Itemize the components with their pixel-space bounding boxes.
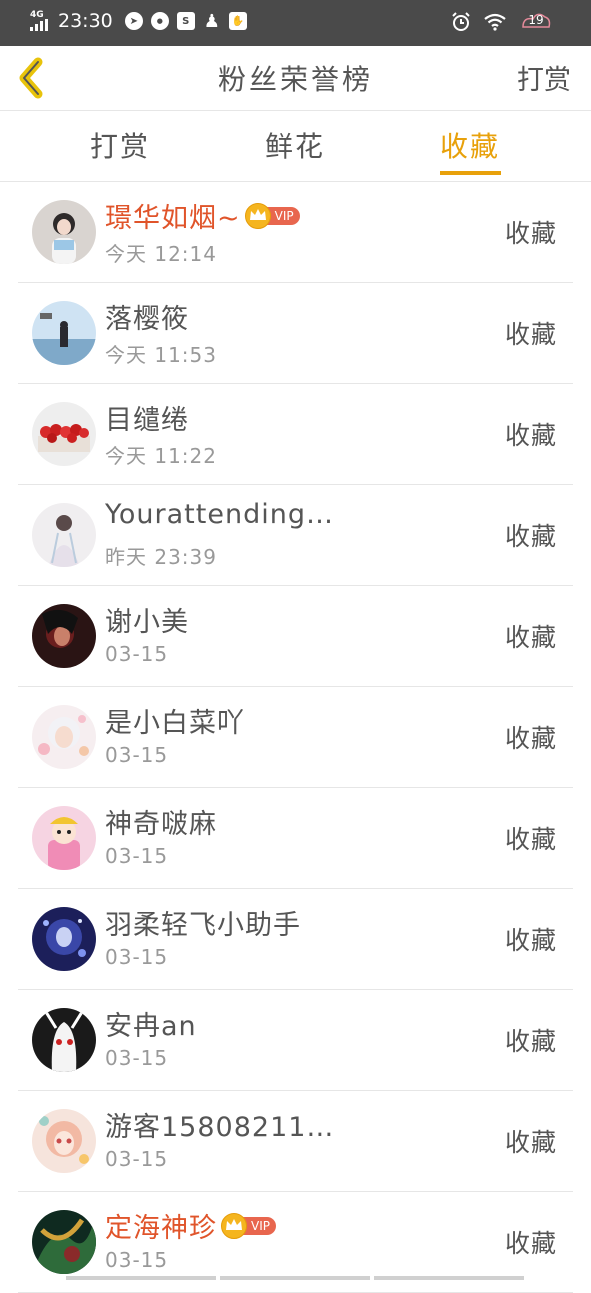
status-time: 23:30 xyxy=(58,10,113,32)
user-name: 落樱筱 xyxy=(105,304,189,335)
user-name: 璟华如烟~ VIP xyxy=(105,196,300,235)
timestamp: 03-15 xyxy=(105,1046,169,1070)
list-item[interactable]: Yourattending… 昨天 23:39 收藏 xyxy=(0,485,591,586)
status-bar-right: 19 xyxy=(451,9,553,35)
user-name-text: 定海神珍 xyxy=(105,1213,217,1244)
action-label: 收藏 xyxy=(504,724,557,753)
action-label: 收藏 xyxy=(504,219,557,248)
avatar xyxy=(32,503,96,567)
app-notification-icon: S xyxy=(176,12,195,30)
user-name: 神奇啵麻 xyxy=(105,809,217,840)
user-name: 羽柔轻飞小助手 xyxy=(105,910,301,941)
list-item[interactable]: 神奇啵麻 03-15 收藏 xyxy=(0,788,591,889)
timestamp: 今天 11:53 xyxy=(105,343,217,367)
action-label: 收藏 xyxy=(504,1229,557,1258)
tab-reward[interactable]: 打赏 xyxy=(90,125,150,165)
user-name: 谢小美 xyxy=(105,607,189,638)
timestamp: 03-15 xyxy=(105,1248,169,1272)
vivo-icon: ● xyxy=(150,12,169,30)
tab-favorites[interactable]: 收藏 xyxy=(440,125,500,165)
fan-list: 璟华如烟~ VIP 今天 12:14 收藏 落樱筱 今天 11:53 收藏 目缱… xyxy=(0,182,591,1293)
timestamp: 03-15 xyxy=(105,945,169,969)
action-label: 收藏 xyxy=(504,320,557,349)
action-label: 收藏 xyxy=(504,623,557,652)
list-item[interactable]: 游客15808211… 03-15 收藏 xyxy=(0,1091,591,1192)
qq-icon: ♟ xyxy=(203,10,220,32)
avatar xyxy=(32,907,96,971)
avatar xyxy=(32,402,96,466)
action-label: 收藏 xyxy=(504,926,557,955)
cellular-signal-icon: 4G xyxy=(30,10,50,32)
active-tab-indicator xyxy=(440,171,501,175)
vip-badge: VIP xyxy=(221,1212,276,1239)
status-bar-left: 4G 23:30 ➤ ● S ♟ ✋ xyxy=(30,10,247,32)
alarm-icon xyxy=(452,12,470,31)
avatar xyxy=(32,705,96,769)
action-label: 收藏 xyxy=(504,825,557,854)
user-name: 目缱绻 xyxy=(105,405,189,436)
list-item[interactable]: 是小白菜吖 03-15 收藏 xyxy=(0,687,591,788)
avatar xyxy=(32,1210,96,1274)
user-name: 定海神珍 VIP xyxy=(105,1206,276,1245)
action-label: 收藏 xyxy=(504,421,557,450)
list-item[interactable]: 安冉an 03-15 收藏 xyxy=(0,990,591,1091)
hand-icon: ✋ xyxy=(228,12,247,30)
list-item[interactable]: 谢小美 03-15 收藏 xyxy=(0,586,591,687)
avatar xyxy=(32,1008,96,1072)
vip-badge: VIP xyxy=(244,202,300,229)
timestamp: 今天 11:22 xyxy=(105,444,217,468)
tab-flowers[interactable]: 鲜花 xyxy=(265,125,325,165)
action-label: 收藏 xyxy=(504,1027,557,1056)
tab-bar: 打赏 鲜花 收藏 xyxy=(0,111,591,182)
list-item[interactable]: 羽柔轻飞小助手 03-15 收藏 xyxy=(0,889,591,990)
avatar xyxy=(32,604,96,668)
user-name-text: 璟华如烟~ xyxy=(105,203,241,234)
avatar xyxy=(32,301,96,365)
list-item[interactable]: 落樱筱 今天 11:53 收藏 xyxy=(0,283,591,384)
timestamp: 03-15 xyxy=(105,743,169,767)
reward-button[interactable]: 打赏 xyxy=(517,58,571,97)
avatar xyxy=(32,806,96,870)
timestamp: 03-15 xyxy=(105,642,169,666)
user-name: 游客15808211… xyxy=(105,1112,335,1143)
list-item[interactable]: 目缱绻 今天 11:22 收藏 xyxy=(0,384,591,485)
wifi-icon xyxy=(484,13,506,31)
avatar xyxy=(32,200,96,264)
page-title: 粉丝荣誉榜 xyxy=(217,63,373,96)
gesture-bar xyxy=(66,1276,524,1280)
timestamp: 03-15 xyxy=(105,844,169,868)
action-label: 收藏 xyxy=(504,522,557,551)
status-bar: 4G 23:30 ➤ ● S ♟ ✋ 19 xyxy=(0,0,591,46)
timestamp: 昨天 23:39 xyxy=(105,545,217,569)
user-name: 安冉an xyxy=(105,1011,197,1042)
battery-icon: 19 xyxy=(519,9,553,35)
navigation-icon: ➤ xyxy=(124,12,143,30)
list-item[interactable]: 璟华如烟~ VIP 今天 12:14 收藏 xyxy=(0,182,591,283)
user-name: 是小白菜吖 xyxy=(105,708,245,739)
crown-icon xyxy=(244,202,271,229)
timestamp: 03-15 xyxy=(105,1147,169,1171)
action-label: 收藏 xyxy=(504,1128,557,1157)
user-name: Yourattending… xyxy=(105,499,334,530)
timestamp: 今天 12:14 xyxy=(105,242,217,266)
avatar xyxy=(32,1109,96,1173)
header: 粉丝荣誉榜 打赏 xyxy=(0,46,591,111)
battery-level: 19 xyxy=(528,13,544,27)
crown-icon xyxy=(221,1212,247,1239)
